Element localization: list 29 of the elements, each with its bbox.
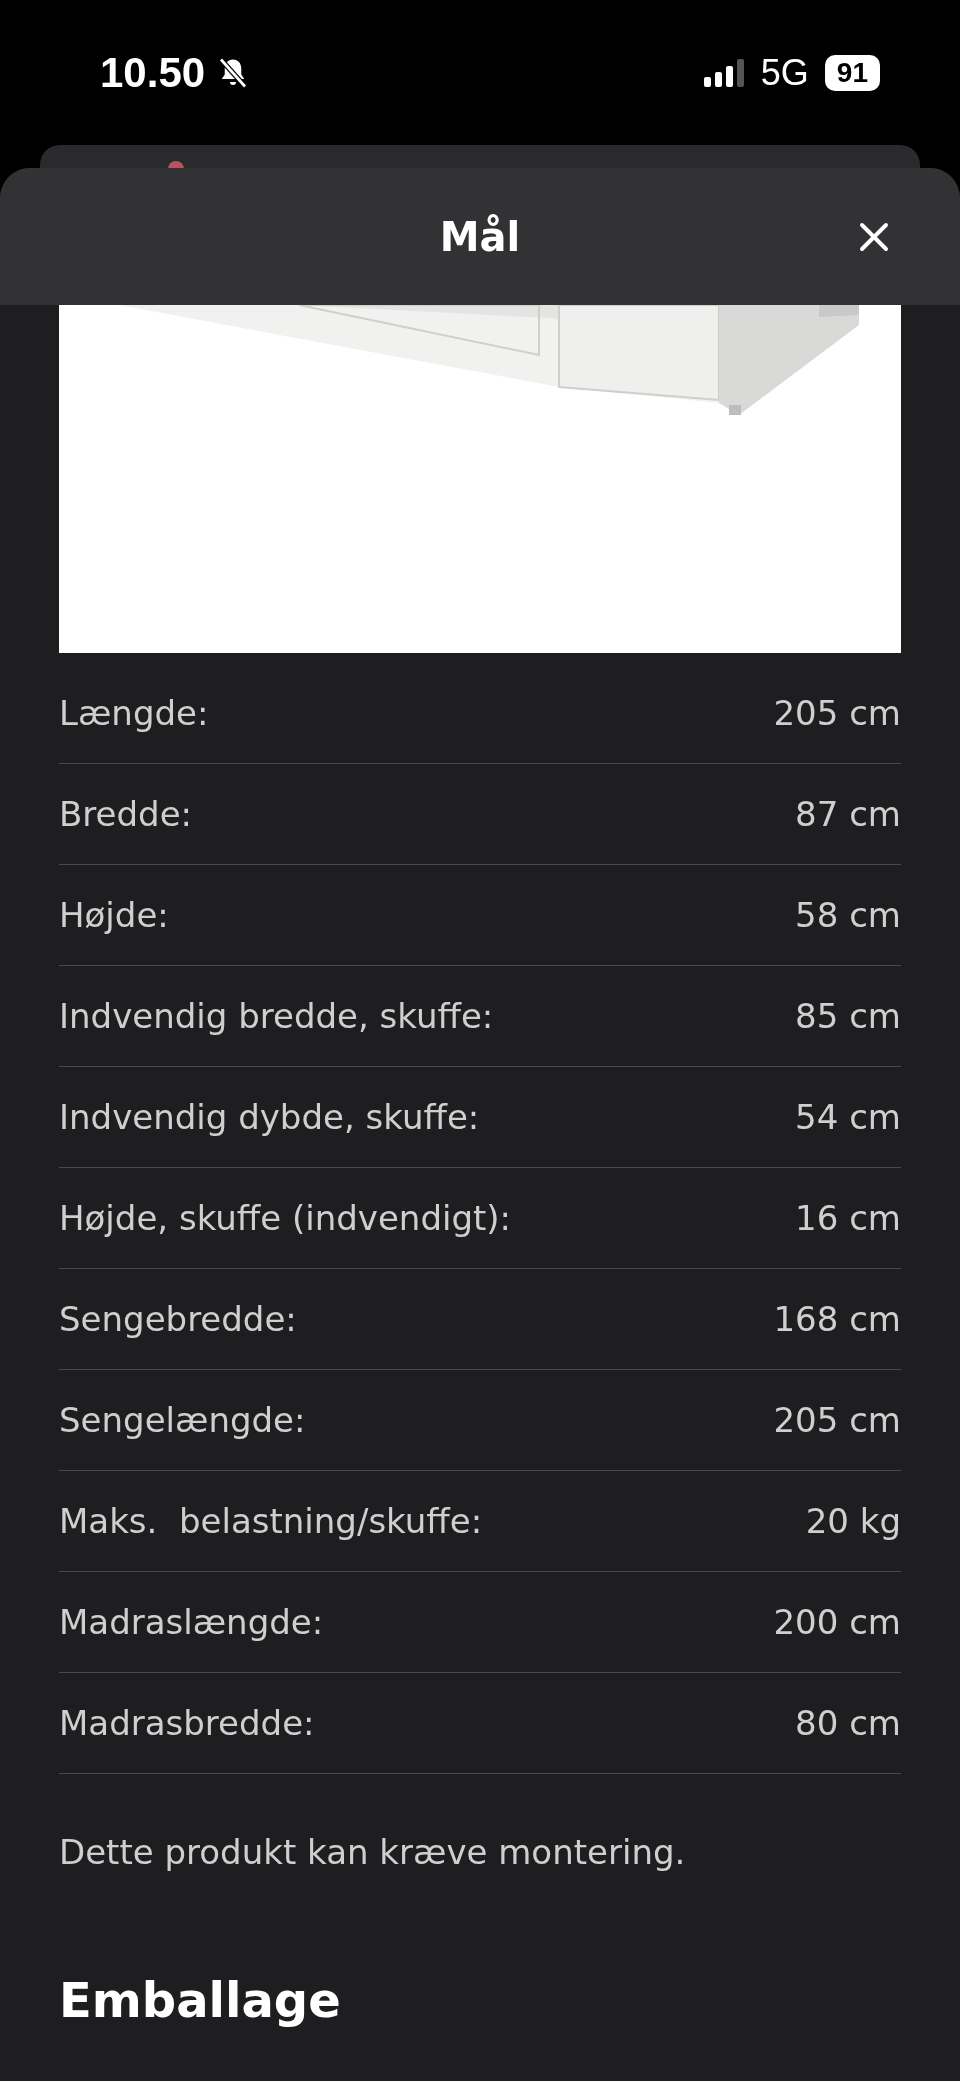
dimension-label: Madraslængde:: [59, 1602, 324, 1642]
section-heading: Emballage: [59, 1972, 342, 2028]
dimension-value: 16 cm: [795, 1198, 901, 1238]
dimension-label: Bredde:: [59, 794, 192, 834]
network-label: 5G: [760, 51, 809, 94]
dimension-label: Længde:: [59, 693, 209, 733]
dimension-label: Sengelængde:: [59, 1400, 306, 1440]
dimension-value: 20 kg: [805, 1501, 901, 1541]
signal-icon: [702, 58, 745, 87]
dimension-label: Indvendig dybde, skuffe:: [59, 1097, 480, 1137]
dimension-label: Højde:: [59, 895, 169, 935]
dimension-value: 54 cm: [795, 1097, 901, 1137]
battery-indicator: 91: [824, 54, 880, 91]
dimension-value: 205 cm: [773, 693, 901, 733]
dimension-label: Madrasbredde:: [59, 1703, 315, 1743]
dimension-value: 58 cm: [795, 895, 901, 935]
assembly-note: Dette produkt kan kræve montering.: [59, 1831, 687, 1872]
dimension-value: 205 cm: [773, 1400, 901, 1440]
dimension-label: Maks. belastning/skuffe:: [59, 1501, 483, 1541]
dimension-value: 200 cm: [773, 1602, 901, 1642]
dimension-label: Indvendig bredde, skuffe:: [59, 996, 494, 1036]
sheet-title: Mål: [439, 213, 521, 260]
dimension-value: 85 cm: [795, 996, 901, 1036]
status-time: 10.50: [100, 48, 206, 97]
dimension-label: Sengebredde:: [59, 1299, 297, 1339]
dimension-value: 80 cm: [795, 1703, 901, 1743]
dimension-value: 168 cm: [773, 1299, 901, 1339]
dimension-label: Højde, skuffe (indvendigt):: [59, 1198, 512, 1238]
dimension-value: 87 cm: [795, 794, 901, 834]
